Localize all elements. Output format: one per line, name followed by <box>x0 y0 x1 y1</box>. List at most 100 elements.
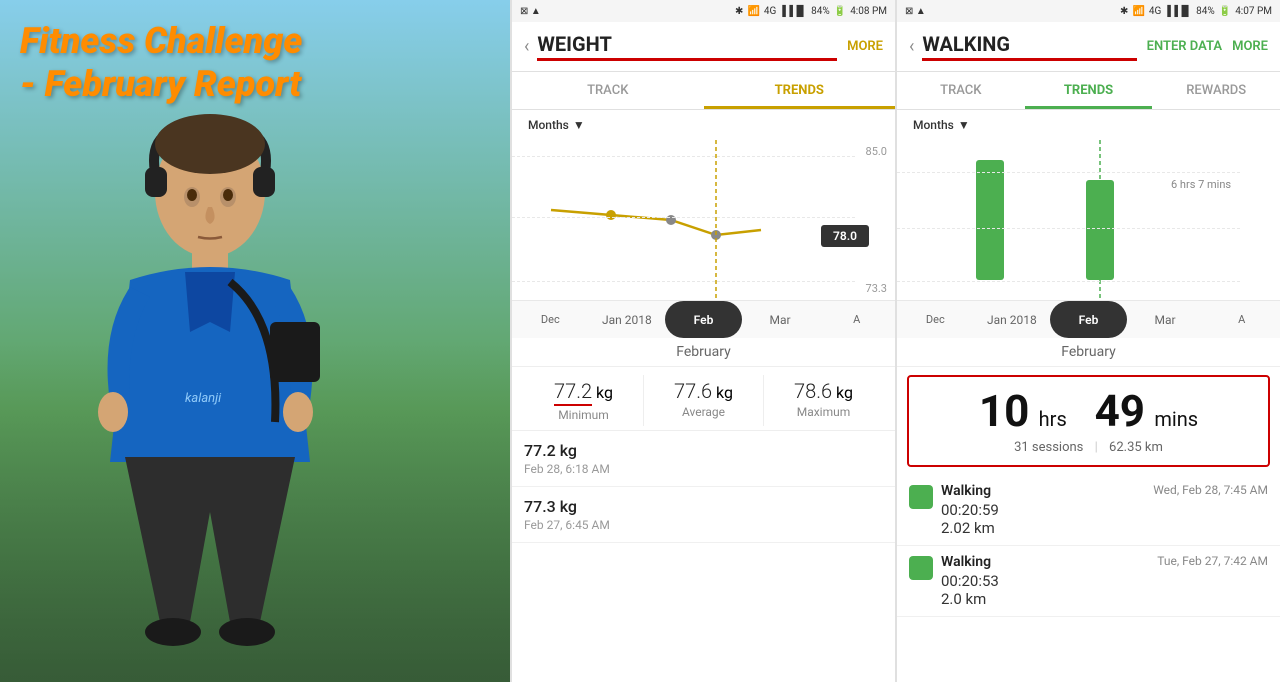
dropdown-icon: ▼ <box>573 118 585 132</box>
weight-status-bar: ⊠ ▲ ✱ 📶 4G ▐▐▐▌ 84%🔋 4:08 PM <box>512 0 895 22</box>
minimum-label: Minimum <box>524 408 643 422</box>
w-grid-line-mid <box>897 228 1240 229</box>
person-silhouette: kalanji <box>30 42 390 682</box>
sessions-count: 31 sessions <box>1014 440 1083 455</box>
status-right: ✱ 📶 4G ▐▐▐▌ 84%🔋 4:08 PM <box>735 6 887 17</box>
walking-chart-svg: 6 hrs 7 mins <box>897 140 1280 300</box>
weight-month-label: February <box>512 338 895 367</box>
weight-header: ‹ WEIGHT MORE <box>512 22 895 72</box>
w-log-left-0: Walking 00:20:59 2.02 km <box>941 483 1153 537</box>
w-battery: 84% <box>1196 6 1215 17</box>
walking-month-label: February <box>897 338 1280 367</box>
total-hours: 10 <box>979 385 1030 437</box>
w-x-month-dec[interactable]: Dec <box>897 301 974 338</box>
minimum-value: 77.2 kg <box>524 379 643 406</box>
x-month-a[interactable]: A <box>818 301 895 338</box>
w-tab-trends[interactable]: TRENDS <box>1025 72 1153 109</box>
w-x-month-feb[interactable]: Feb <box>1050 301 1127 338</box>
months-label: Months <box>528 118 569 132</box>
w-bluetooth-icon: ✱ <box>1120 6 1128 17</box>
walking-status-left: ⊠ ▲ <box>905 6 926 17</box>
w-log-time-1: 00:20:53 <box>941 572 1157 590</box>
svg-text:kalanji: kalanji <box>185 391 222 406</box>
walking-chart: 6 hrs 7 mins <box>897 140 1280 300</box>
bluetooth-icon: ✱ <box>735 6 743 17</box>
w-tab-rewards[interactable]: REWARDS <box>1152 72 1280 109</box>
weight-app: ⊠ ▲ ✱ 📶 4G ▐▐▐▌ 84%🔋 4:08 PM ‹ WEIGHT MO… <box>510 0 895 682</box>
walking-app: ⊠ ▲ ✱ 📶 4G ▐▐▐▌ 84%🔋 4:07 PM ‹ WALKING E… <box>895 0 1280 682</box>
walking-back-button[interactable]: ‹ <box>909 36 914 57</box>
svg-text:78.0: 78.0 <box>833 229 857 243</box>
walking-total-sub: 31 sessions | 62.35 km <box>925 440 1252 455</box>
x-month-mar[interactable]: Mar <box>742 301 819 338</box>
page-title: Fitness Challenge - February Report <box>20 20 302 106</box>
battery-level: 84% <box>811 6 830 17</box>
log-date-0: Feb 28, 6:18 AM <box>524 462 883 476</box>
walking-status-right: ✱ 📶 4G ▐▐▐▌ 84%🔋 4:07 PM <box>1120 6 1272 17</box>
back-button[interactable]: ‹ <box>524 36 529 57</box>
grid-line-bot <box>512 281 855 282</box>
walking-tabs: TRACK TRENDS REWARDS <box>897 72 1280 110</box>
w-grid-line-top <box>897 172 1240 173</box>
w-wifi-icon: 📶 <box>1132 6 1144 17</box>
walking-more-button[interactable]: MORE <box>1232 39 1268 54</box>
x-month-feb[interactable]: Feb <box>665 301 742 338</box>
w-log-icon-0 <box>909 485 933 509</box>
total-distance: 62.35 km <box>1109 440 1163 455</box>
walking-log-item-1: Walking 00:20:53 2.0 km Tue, Feb 27, 7:4… <box>897 546 1280 617</box>
w-x-month-jan[interactable]: Jan 2018 <box>974 301 1051 338</box>
x-month-jan[interactable]: Jan 2018 <box>589 301 666 338</box>
weight-x-axis: Dec Jan 2018 Feb Mar A <box>512 300 895 338</box>
status-left: ⊠ ▲ <box>520 6 541 17</box>
w-log-date-1: Tue, Feb 27, 7:42 AM <box>1157 554 1268 568</box>
more-button[interactable]: MORE <box>847 39 883 54</box>
average-label: Average <box>644 405 763 419</box>
y-label-bot: 73.3 <box>866 282 887 295</box>
w-log-title-0: Walking <box>941 483 1153 499</box>
maximum-value: 78.6 kg <box>764 379 883 403</box>
w-x-month-a[interactable]: A <box>1203 301 1280 338</box>
w-log-dist-0: 2.02 km <box>941 519 1153 537</box>
walking-x-axis: Dec Jan 2018 Feb Mar A <box>897 300 1280 338</box>
walking-total-box: 10 hrs 49 mins 31 sessions | 62.35 km <box>907 375 1270 467</box>
w-signal: 4G ▐▐▐▌ <box>1149 6 1192 17</box>
weight-title: WEIGHT <box>537 32 837 61</box>
tab-trends[interactable]: TRENDS <box>704 72 896 109</box>
w-log-icon-1 <box>909 556 933 580</box>
walking-status-icons: ⊠ ▲ <box>905 6 926 17</box>
stat-average: 77.6 kg Average <box>644 375 764 426</box>
separator: | <box>1095 440 1098 455</box>
weight-tabs: TRACK TRENDS <box>512 72 895 110</box>
weight-log-item-1: 77.3 kg Feb 27, 6:45 AM <box>512 487 895 543</box>
min-unit: kg <box>592 383 613 402</box>
left-panel: kalanji Fitness Challenge - February Rep… <box>0 0 510 682</box>
grid-line-mid <box>512 217 855 218</box>
grid-line-top <box>512 156 855 157</box>
log-info-0: 77.2 kg Feb 28, 6:18 AM <box>524 441 883 476</box>
w-tab-track[interactable]: TRACK <box>897 72 1025 109</box>
total-mins: 49 <box>1095 385 1146 437</box>
w-x-month-mar[interactable]: Mar <box>1127 301 1204 338</box>
wifi-icon: 📶 <box>747 6 759 17</box>
weight-log-item-0: 77.2 kg Feb 28, 6:18 AM <box>512 431 895 487</box>
walking-total-time: 10 hrs 49 mins <box>925 387 1252 436</box>
average-value: 77.6 kg <box>644 379 763 403</box>
walking-months-selector[interactable]: Months ▼ <box>897 110 1280 140</box>
w-log-dist-1: 2.0 km <box>941 590 1157 608</box>
signal-bars: 4G ▐▐▐▌ <box>764 6 807 17</box>
log-value-0: 77.2 kg <box>524 441 883 460</box>
max-unit: kg <box>832 383 853 402</box>
w-log-date-0: Wed, Feb 28, 7:45 AM <box>1153 483 1268 497</box>
months-selector[interactable]: Months ▼ <box>512 110 895 140</box>
stat-maximum: 78.6 kg Maximum <box>764 375 883 426</box>
weight-chart-svg: 78.0 <box>512 140 895 300</box>
w-log-left-1: Walking 00:20:53 2.0 km <box>941 554 1157 608</box>
maximum-label: Maximum <box>764 405 883 419</box>
status-icons: ⊠ ▲ <box>520 6 541 17</box>
log-date-1: Feb 27, 6:45 AM <box>524 518 883 532</box>
walking-months-label: Months <box>913 118 954 132</box>
enter-data-button[interactable]: ENTER DATA <box>1147 39 1222 54</box>
y-label-top: 85.0 <box>866 145 887 158</box>
x-month-dec[interactable]: Dec <box>512 301 589 338</box>
tab-track[interactable]: TRACK <box>512 72 704 109</box>
